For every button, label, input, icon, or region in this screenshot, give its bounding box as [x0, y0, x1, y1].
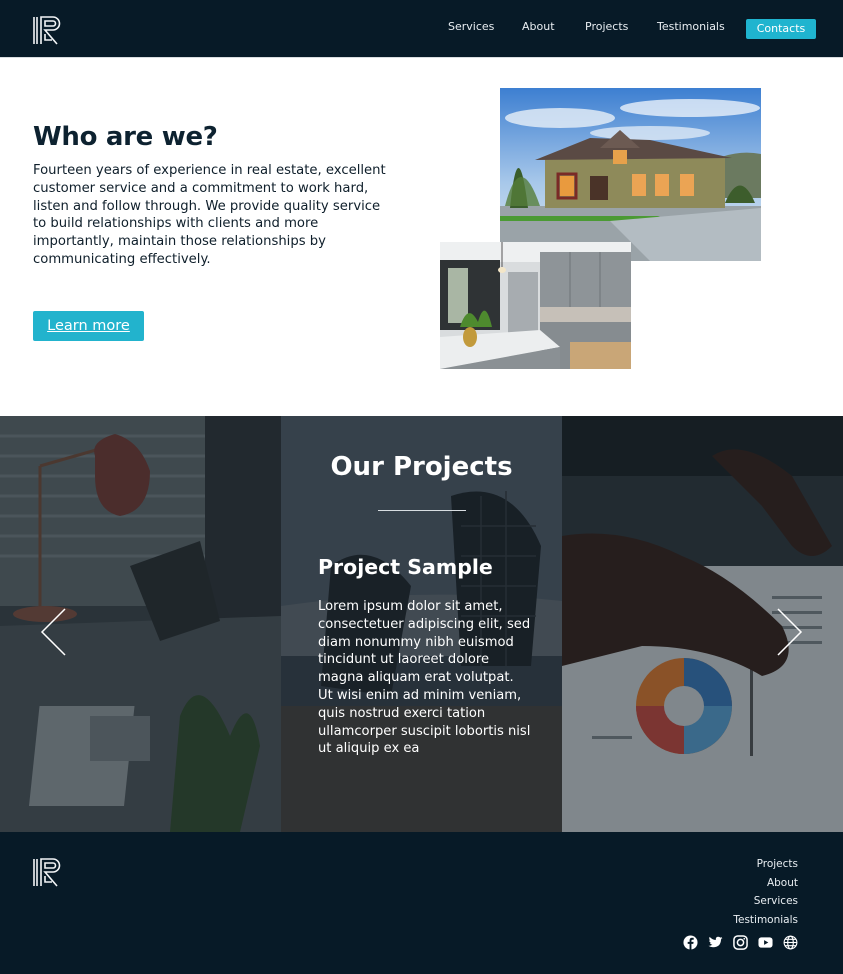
globe-icon[interactable] [783, 935, 798, 950]
logo-icon[interactable] [33, 16, 63, 45]
project-sample-text: Lorem ipsum dolor sit amet, consectetuer… [318, 599, 531, 757]
carousel-next-arrow-icon[interactable] [775, 607, 805, 657]
nav-services[interactable]: Services [448, 20, 494, 33]
contacts-button[interactable]: Contacts [746, 19, 816, 39]
site-header: Services About Projects Testimonials Con… [0, 0, 843, 58]
footer-link-services[interactable]: Services [733, 892, 798, 911]
nav-testimonials[interactable]: Testimonials [657, 20, 725, 33]
site-footer: Projects About Services Testimonials [0, 832, 843, 974]
footer-nav: Projects About Services Testimonials [733, 855, 798, 929]
twitter-icon[interactable] [708, 935, 723, 950]
projects-title: Our Projects [330, 452, 513, 482]
house-photo [500, 88, 761, 261]
instagram-icon[interactable] [733, 935, 748, 950]
nav-projects[interactable]: Projects [585, 20, 628, 33]
nav-about[interactable]: About [522, 20, 555, 33]
footer-link-about[interactable]: About [733, 874, 798, 893]
footer-link-testimonials[interactable]: Testimonials [733, 911, 798, 930]
carousel-prev-arrow-icon[interactable] [38, 607, 68, 657]
project-sample-title: Project Sample [318, 555, 493, 579]
about-title: Who are we? [33, 122, 218, 152]
footer-logo-icon[interactable] [33, 858, 63, 887]
kitchen-photo [440, 242, 631, 369]
footer-link-projects[interactable]: Projects [733, 855, 798, 874]
learn-more-button[interactable]: Learn more [33, 311, 144, 341]
title-divider [378, 510, 466, 511]
youtube-icon[interactable] [758, 935, 773, 950]
facebook-icon[interactable] [683, 935, 698, 950]
about-text: Fourteen years of experience in real est… [33, 163, 386, 267]
